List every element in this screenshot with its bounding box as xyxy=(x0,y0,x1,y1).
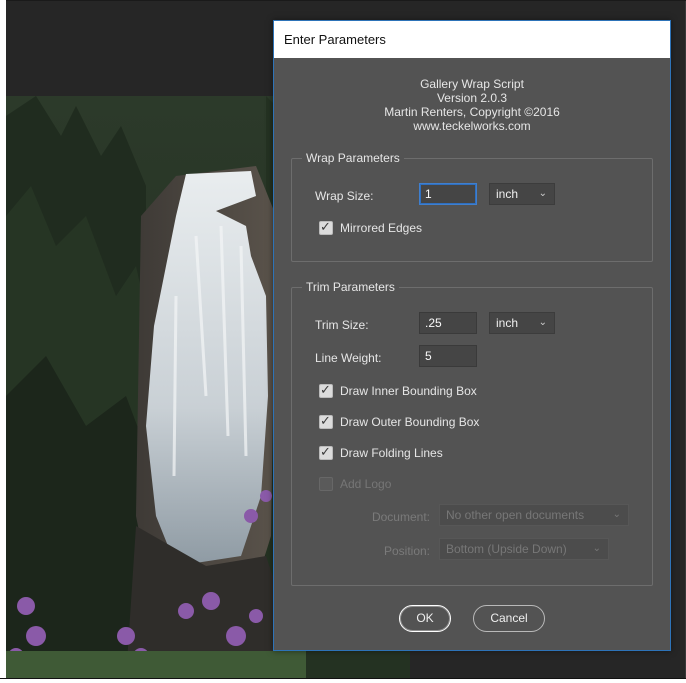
position-value: Bottom (Upside Down) xyxy=(446,542,567,556)
document-select[interactable]: No other open documents ⌄ xyxy=(439,504,629,526)
draw-inner-bounding-box-label: Draw Inner Bounding Box xyxy=(340,384,477,398)
script-website: www.teckelworks.com xyxy=(413,119,531,133)
chevron-down-icon: ⌄ xyxy=(538,188,547,199)
trim-unit-select[interactable]: inch ⌄ xyxy=(489,312,555,334)
script-copyright: Martin Renters, Copyright ©2016 xyxy=(384,105,560,119)
draw-outer-bounding-box-label: Draw Outer Bounding Box xyxy=(340,415,480,429)
ok-button[interactable]: OK xyxy=(399,605,451,632)
wrap-parameters-legend: Wrap Parameters xyxy=(302,151,404,165)
dialog-title[interactable]: Enter Parameters xyxy=(274,21,670,58)
wrap-unit-value: inch xyxy=(496,187,519,201)
trim-parameters-panel: Trim Parameters Trim Size: .25 inch ⌄ Li… xyxy=(291,280,653,586)
script-name: Gallery Wrap Script xyxy=(420,77,524,91)
wrap-parameters-panel: Wrap Parameters Wrap Size: 1 inch ⌄ ✓ Mi… xyxy=(291,151,653,262)
wrap-size-label: Wrap Size: xyxy=(315,189,374,203)
cancel-button[interactable]: Cancel xyxy=(473,605,545,632)
trim-parameters-legend: Trim Parameters xyxy=(302,280,399,294)
enter-parameters-dialog: Enter Parameters Gallery Wrap Script Ver… xyxy=(273,20,671,651)
document-value: No other open documents xyxy=(446,508,585,522)
document-label: Document: xyxy=(371,510,430,524)
checkbox-unchecked-icon xyxy=(319,477,333,491)
position-label: Position: xyxy=(383,544,430,558)
wrap-unit-select[interactable]: inch ⌄ xyxy=(489,183,555,205)
chevron-down-icon: ⌄ xyxy=(538,317,547,328)
draw-folding-lines-label: Draw Folding Lines xyxy=(340,446,443,460)
draw-inner-bounding-box-checkbox[interactable]: ✓ Draw Inner Bounding Box xyxy=(319,382,477,398)
trim-size-input[interactable]: .25 xyxy=(419,312,477,334)
line-weight-label: Line Weight: xyxy=(315,351,382,365)
add-logo-checkbox[interactable]: Add Logo xyxy=(319,477,391,491)
position-select[interactable]: Bottom (Upside Down) ⌄ xyxy=(439,538,609,560)
checkbox-checked-icon: ✓ xyxy=(319,444,333,460)
chevron-down-icon: ⌄ xyxy=(612,509,621,520)
mirrored-edges-label: Mirrored Edges xyxy=(340,221,423,235)
checkbox-checked-icon: ✓ xyxy=(319,219,333,235)
script-version: Version 2.0.3 xyxy=(436,91,508,105)
chevron-down-icon: ⌄ xyxy=(592,543,601,554)
bottom-border xyxy=(0,678,686,679)
draw-outer-bounding-box-checkbox[interactable]: ✓ Draw Outer Bounding Box xyxy=(319,413,480,429)
about-text: Gallery Wrap Script Version 2.0.3 Martin… xyxy=(274,77,670,133)
line-weight-input[interactable]: 5 xyxy=(419,345,477,367)
mirrored-edges-checkbox[interactable]: ✓ Mirrored Edges xyxy=(319,219,423,235)
trim-size-label: Trim Size: xyxy=(315,318,369,332)
checkbox-checked-icon: ✓ xyxy=(319,382,333,398)
wrap-size-input[interactable]: 1 xyxy=(419,183,477,205)
trim-unit-value: inch xyxy=(496,316,519,330)
checkbox-checked-icon: ✓ xyxy=(319,413,333,429)
draw-folding-lines-checkbox[interactable]: ✓ Draw Folding Lines xyxy=(319,444,443,460)
add-logo-label: Add Logo xyxy=(340,477,392,491)
